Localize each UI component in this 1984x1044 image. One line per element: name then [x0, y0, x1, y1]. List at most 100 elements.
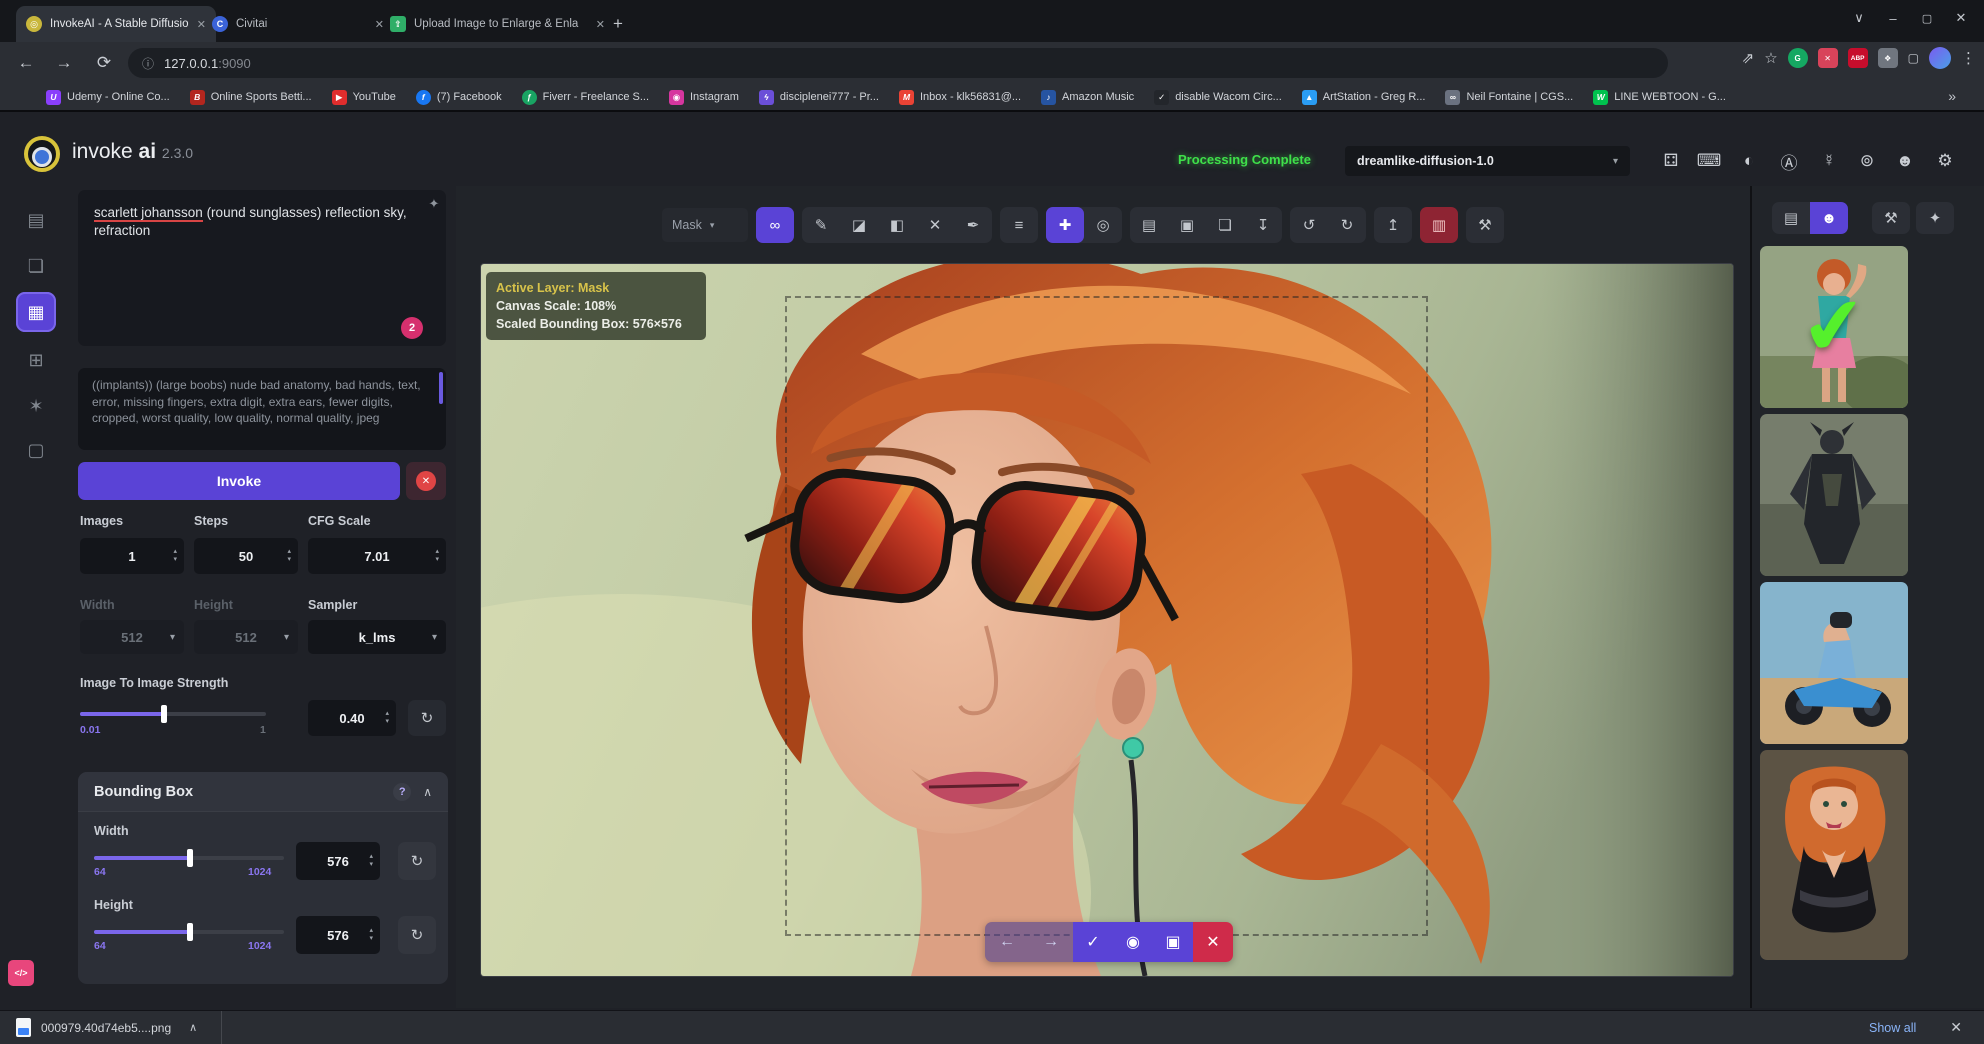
clear-canvas-trash-icon[interactable]: ▥ — [1420, 207, 1458, 243]
bbox-width-input[interactable]: 576▴▾ — [296, 842, 380, 880]
bookmark-star-icon[interactable]: ☆ — [1764, 49, 1777, 67]
width-select[interactable]: 512▾ — [80, 620, 184, 654]
extension-icon[interactable]: ✕ — [1818, 48, 1838, 68]
negative-prompt-input[interactable]: ((implants)) (large boobs) nude bad anat… — [78, 368, 446, 450]
tab-image-to-image[interactable]: ❏ — [16, 246, 56, 286]
extension-abp-icon[interactable]: ABP — [1848, 48, 1868, 68]
settings-gear-icon[interactable]: ⚙ — [1930, 148, 1960, 174]
erase-bounding-box-icon[interactable]: ✕ — [916, 207, 954, 243]
help-icon[interactable]: ? — [393, 783, 411, 801]
bookmark-udemy[interactable]: UUdemy - Online Co... — [46, 90, 170, 105]
reload-button[interactable]: ⟳ — [88, 47, 120, 79]
model-manager-icon[interactable]: ⚃ — [1656, 148, 1686, 174]
bounding-box-header[interactable]: Bounding Box ? ∧ — [78, 772, 448, 812]
bbox-height-reset-button[interactable]: ↻ — [398, 916, 436, 954]
bbox-width-slider[interactable] — [94, 856, 284, 860]
address-bar[interactable]: ⓘ 127.0.0.1:9090 — [128, 48, 1668, 78]
move-tool-icon[interactable]: ✚ — [1046, 207, 1084, 243]
copy-to-clipboard-icon[interactable]: ❏ — [1206, 207, 1244, 243]
bookmark-amazon-music[interactable]: ♪Amazon Music — [1041, 90, 1134, 105]
window-close-icon[interactable]: ✕ — [1944, 4, 1978, 32]
save-to-gallery-icon[interactable]: ▣ — [1168, 207, 1206, 243]
previous-image-icon[interactable]: ← — [985, 922, 1029, 962]
reset-view-icon[interactable]: ◎ — [1084, 207, 1122, 243]
collapse-chevron-icon[interactable]: ∧ — [423, 785, 432, 799]
bookmark-facebook[interactable]: f(7) Facebook — [416, 90, 502, 105]
bookmark-artstation[interactable]: ▲ArtStation - Greg R... — [1302, 90, 1426, 105]
share-icon[interactable]: ⇗ — [1742, 49, 1755, 67]
extension-grammarly-icon[interactable]: G — [1788, 48, 1808, 68]
slider-handle[interactable] — [187, 849, 193, 867]
bounding-box-overlay[interactable] — [785, 296, 1428, 936]
discord-icon[interactable]: ☻ — [1890, 148, 1920, 174]
bookmark-youtube[interactable]: ▶YouTube — [332, 90, 396, 105]
save-staging-icon[interactable]: ▣ — [1153, 922, 1193, 962]
bookmark-instagram[interactable]: ◉Instagram — [669, 90, 739, 105]
slider-handle[interactable] — [161, 705, 167, 723]
tab-training[interactable]: ▢ — [16, 430, 56, 470]
redo-icon[interactable]: ↻ — [1328, 207, 1366, 243]
gallery-thumbnail[interactable] — [1760, 750, 1908, 960]
browser-menu-icon[interactable]: ⋮ — [1961, 49, 1976, 67]
gallery-thumbnail[interactable] — [1760, 414, 1908, 576]
console-toggle-button[interactable]: </> — [8, 960, 34, 986]
eraser-tool-icon[interactable]: ◪ — [840, 207, 878, 243]
sampler-select[interactable]: k_lms▾ — [308, 620, 446, 654]
negative-prompt-scrollbar[interactable] — [439, 372, 443, 404]
gallery-settings-wrench-icon[interactable]: ⚒ — [1872, 202, 1910, 234]
forward-button[interactable]: → — [48, 47, 80, 79]
show-all-downloads-link[interactable]: Show all — [1869, 1021, 1916, 1035]
bookmark-disciplenei[interactable]: ϟdisciplenei777 - Pr... — [759, 90, 879, 105]
cfg-scale-input[interactable]: 7.01▴▾ — [308, 538, 446, 574]
brush-tool-icon[interactable]: ✎ — [802, 207, 840, 243]
height-select[interactable]: 512▾ — [194, 620, 298, 654]
window-maximize-icon[interactable]: ▢ — [1910, 4, 1944, 32]
model-select[interactable]: dreamlike-diffusion-1.0 ▾ — [1345, 146, 1630, 176]
download-image-icon[interactable]: ↧ — [1244, 207, 1282, 243]
cancel-button[interactable]: ✕ — [406, 462, 446, 500]
bookmark-wacom[interactable]: ✓disable Wacom Circ... — [1154, 90, 1282, 105]
new-tab-button[interactable]: + — [604, 10, 632, 38]
layer-select[interactable]: Mask▾ — [662, 208, 748, 242]
bookmark-inbox[interactable]: MInbox - klk56831@... — [899, 90, 1021, 105]
bookmark-neil-fontaine[interactable]: ∞Neil Fontaine | CGS... — [1445, 90, 1573, 105]
gallery-thumbnail[interactable] — [1760, 582, 1908, 744]
bookmark-sports[interactable]: BOnline Sports Betti... — [190, 90, 312, 105]
download-caret-icon[interactable]: ∧ — [189, 1021, 197, 1034]
strength-reset-button[interactable]: ↻ — [408, 700, 446, 736]
slider-handle[interactable] — [187, 923, 193, 941]
side-panel-icon[interactable]: ▢ — [1908, 51, 1919, 65]
tab-civitai[interactable]: C Civitai ✕ — [202, 6, 394, 42]
bookmark-webtoon[interactable]: WLINE WEBTOON - G... — [1593, 90, 1726, 105]
steps-input[interactable]: 50▴▾ — [194, 538, 298, 574]
close-download-bar-icon[interactable]: ✕ — [1950, 1019, 1962, 1036]
merge-visible-icon[interactable]: ▤ — [1130, 207, 1168, 243]
canvas-settings-wrench-icon[interactable]: ⚒ — [1466, 207, 1504, 243]
tab-unified-canvas[interactable]: ▦ — [16, 292, 56, 332]
tab-nodes[interactable]: ⊞ — [16, 340, 56, 380]
site-info-icon[interactable]: ⓘ — [142, 55, 154, 72]
gallery-images-mode-icon[interactable]: ▤ — [1772, 202, 1810, 234]
gallery-pin-icon[interactable]: ✦ — [1916, 202, 1954, 234]
undo-icon[interactable]: ↺ — [1290, 207, 1328, 243]
tab-upload-image[interactable]: ⇪ Upload Image to Enlarge & Enla ✕ — [380, 6, 615, 42]
prompt-input[interactable]: scarlett johansson (round sunglasses) re… — [78, 190, 446, 346]
tab-postprocessing[interactable]: ✶ — [16, 386, 56, 426]
mask-options-button[interactable]: ∞ — [756, 207, 794, 243]
bbox-height-slider[interactable] — [94, 930, 284, 934]
images-input[interactable]: 1▴▾ — [80, 538, 184, 574]
profile-avatar[interactable] — [1929, 47, 1951, 69]
bug-report-icon[interactable]: ☿ — [1814, 148, 1844, 174]
language-icon[interactable]: Ⓐ — [1774, 148, 1804, 174]
bookmark-fiverr[interactable]: ƒFiverr - Freelance S... — [522, 90, 649, 105]
pin-options-icon[interactable]: ✦ — [424, 194, 444, 214]
fill-bounding-box-icon[interactable]: ◧ — [878, 207, 916, 243]
bbox-width-reset-button[interactable]: ↻ — [398, 842, 436, 880]
gallery-people-mode-icon[interactable]: ☻ — [1810, 202, 1848, 234]
extensions-puzzle-icon[interactable]: ❖ — [1878, 48, 1898, 68]
strength-input[interactable]: 0.40▴▾ — [308, 700, 396, 736]
discard-x-icon[interactable]: ✕ — [1193, 922, 1233, 962]
tab-text-to-image[interactable]: ▤ — [16, 200, 56, 240]
github-icon[interactable]: ⊚ — [1852, 148, 1882, 174]
window-menu-icon[interactable]: ∨ — [1842, 4, 1876, 32]
